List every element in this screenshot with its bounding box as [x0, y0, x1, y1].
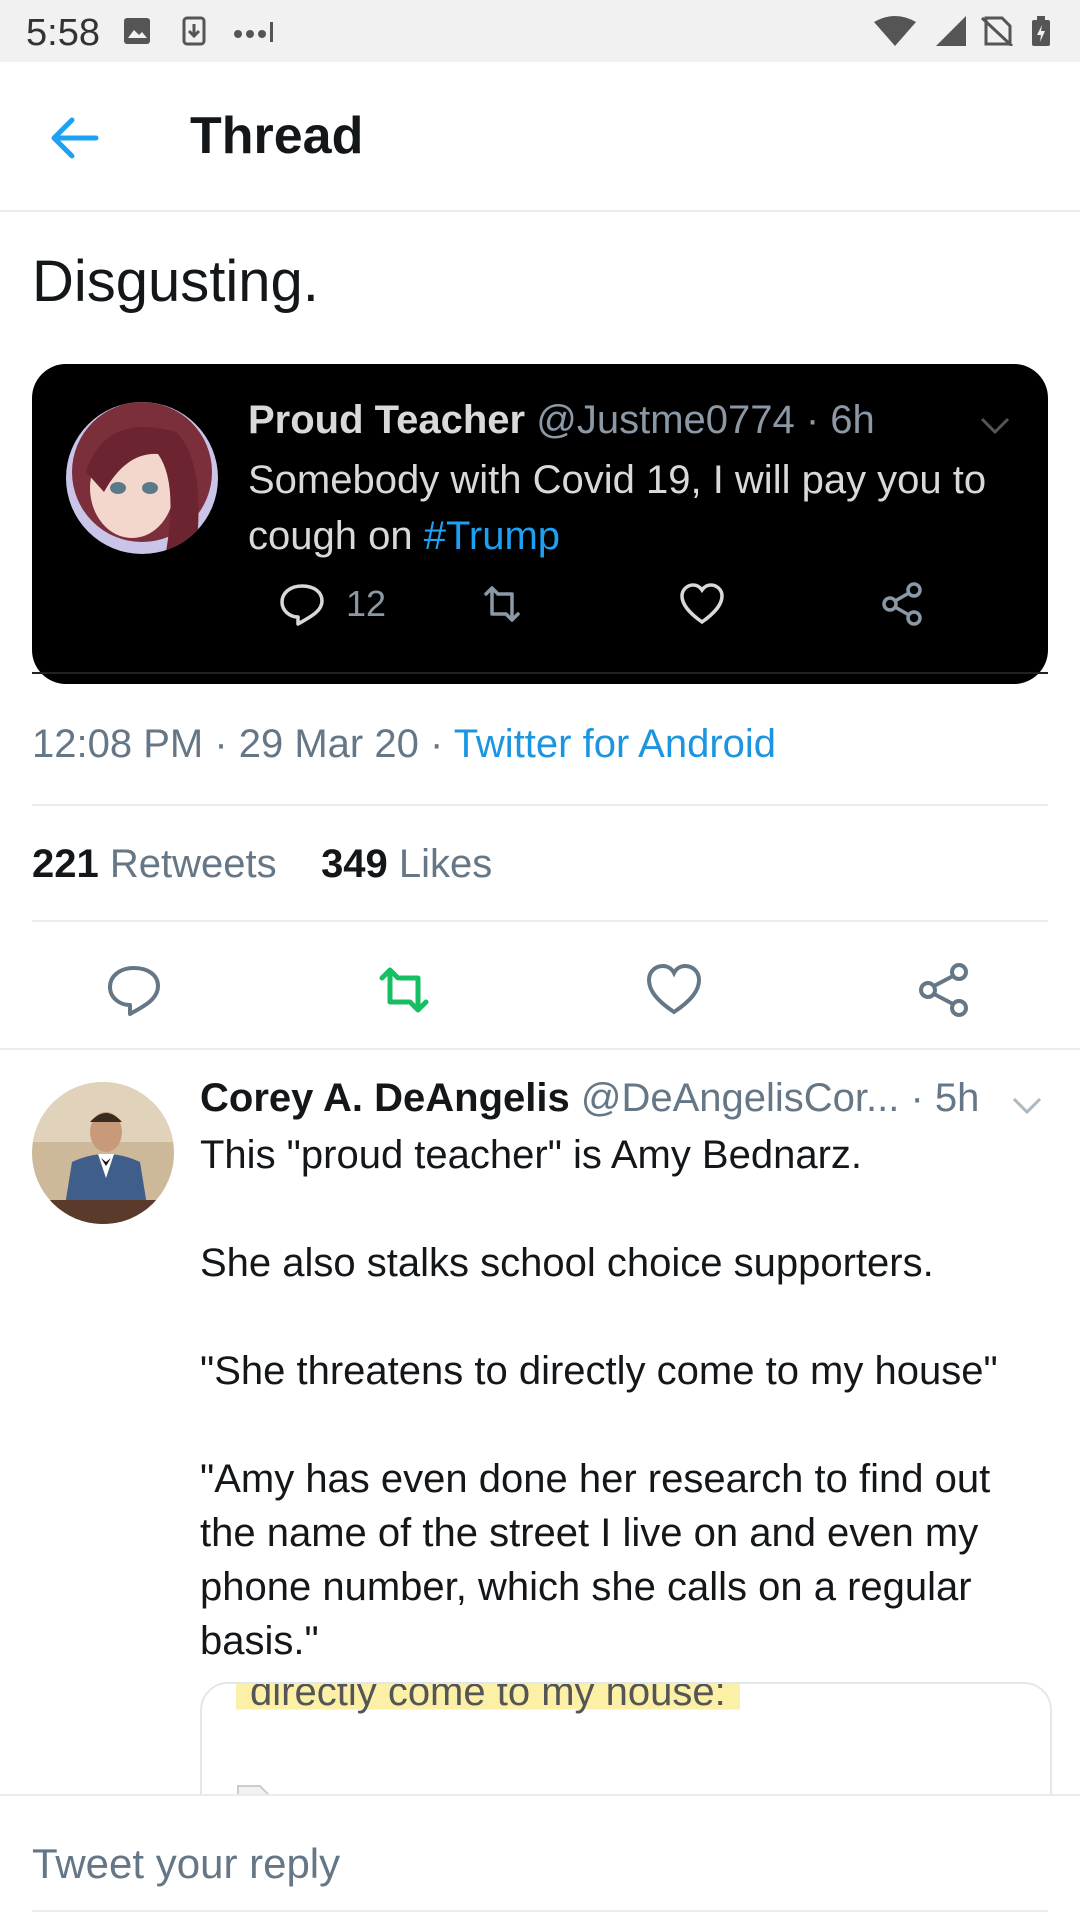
- reply-paragraph: She also stalks school choice supporters…: [200, 1241, 934, 1285]
- share-icon: [882, 582, 922, 626]
- page-title: Thread: [190, 107, 364, 165]
- retweets-label: Retweets: [98, 842, 277, 886]
- embedded-image-text: directly come to my house:: [236, 1684, 740, 1715]
- tweet-time: 12:08 PM · 29 Mar 20 ·: [32, 722, 454, 766]
- tweet-actions: [0, 940, 1080, 1052]
- download-notification-icon: [182, 16, 206, 46]
- likes-label: Likes: [387, 842, 493, 886]
- reply-icon: [280, 584, 324, 626]
- quoted-text-body: Somebody with Covid 19, I will pay you t…: [248, 458, 987, 558]
- divider: [32, 920, 1048, 922]
- status-time: 5:58: [26, 12, 100, 54]
- likes-stat[interactable]: 349 Likes: [321, 842, 492, 886]
- quoted-like-button[interactable]: [678, 578, 726, 630]
- retweets-stat[interactable]: 221 Retweets: [32, 842, 277, 886]
- heart-icon: [646, 963, 702, 1015]
- like-button[interactable]: [644, 960, 704, 1020]
- hashtag-link[interactable]: #Trump: [424, 514, 560, 558]
- no-sim-icon: [980, 16, 1014, 46]
- reply-button[interactable]: [104, 960, 164, 1020]
- reply-input[interactable]: Tweet your reply: [32, 1840, 340, 1888]
- quoted-avatar[interactable]: [66, 402, 218, 554]
- signal-icon: [936, 16, 966, 46]
- retweet-icon: [484, 586, 520, 622]
- card-divider: [32, 672, 1048, 674]
- retweets-count: 221: [32, 842, 99, 886]
- reply-icon: [108, 966, 160, 1016]
- chevron-down-icon[interactable]: [978, 408, 1012, 442]
- quoted-author-name: Proud Teacher: [248, 398, 526, 442]
- reply-paragraph: "She threatens to directly come to my ho…: [200, 1349, 998, 1393]
- tweet-source-link[interactable]: Twitter for Android: [454, 722, 776, 766]
- retweet-icon: [379, 967, 429, 1013]
- input-underline: [32, 1910, 1048, 1912]
- divider: [0, 1048, 1080, 1050]
- heart-icon: [680, 583, 724, 625]
- chevron-down-icon[interactable]: [1010, 1088, 1044, 1122]
- reply-avatar[interactable]: [32, 1082, 174, 1224]
- battery-icon: [1032, 16, 1050, 46]
- tweet-text: Disgusting.: [32, 249, 319, 314]
- reply-count: 12: [346, 583, 387, 624]
- more-notifications-icon: [234, 22, 273, 42]
- quoted-author-meta: @Justme0774 · 6h: [525, 398, 875, 442]
- share-button[interactable]: [914, 960, 974, 1020]
- tweet-stats: 221 Retweets 349 Likes: [32, 842, 492, 887]
- quoted-retweet-button[interactable]: [478, 578, 526, 630]
- quoted-author: Proud Teacher @Justme0774 · 6h: [248, 398, 875, 443]
- thread-header: Thread: [0, 62, 1080, 212]
- retweet-button[interactable]: [374, 960, 434, 1020]
- divider: [32, 804, 1048, 806]
- reply-author-meta: @DeAngelisCor... · 5h: [569, 1076, 980, 1120]
- reply-author-name[interactable]: Corey A. DeAngelis: [200, 1076, 570, 1120]
- quoted-tweet-card[interactable]: Proud Teacher @Justme0774 · 6h Somebody …: [32, 364, 1048, 684]
- quoted-tweet-text: Somebody with Covid 19, I will pay you t…: [248, 452, 1028, 564]
- reply-paragraph: This "proud teacher" is Amy Bednarz.: [200, 1133, 863, 1177]
- back-arrow-icon[interactable]: [46, 110, 102, 166]
- image-notification-icon: [124, 18, 150, 44]
- wifi-icon: [874, 16, 916, 46]
- share-icon: [919, 963, 968, 1017]
- quoted-share-button[interactable]: [878, 578, 926, 630]
- tweet-timestamp: 12:08 PM · 29 Mar 20 · Twitter for Andro…: [32, 722, 776, 767]
- quoted-reply-button[interactable]: 12: [278, 578, 386, 630]
- reply-author: Corey A. DeAngelis @DeAngelisCor... · 5h: [200, 1076, 979, 1121]
- reply-text: This "proud teacher" is Amy Bednarz. She…: [200, 1128, 1050, 1722]
- likes-count: 349: [321, 842, 388, 886]
- status-bar: 5:58: [0, 0, 1080, 62]
- quoted-actions: 12: [248, 578, 948, 638]
- reply-paragraph: "Amy has even done her research to find …: [200, 1457, 991, 1663]
- reply-bar: Tweet your reply: [0, 1794, 1080, 1922]
